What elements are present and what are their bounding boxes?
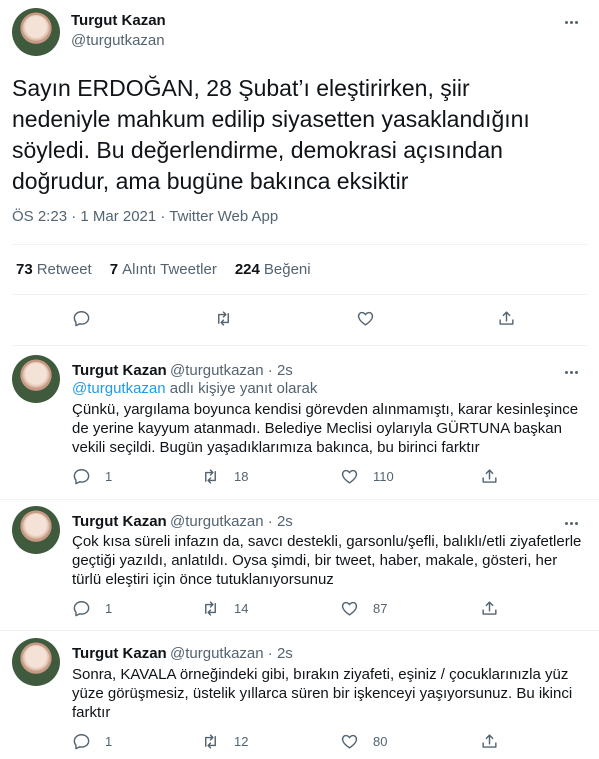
author-handle[interactable]: @turgutkazan · 2s: [170, 362, 293, 379]
retweet-icon: [205, 734, 216, 749]
author-handle[interactable]: @turgutkazan: [71, 32, 165, 49]
like-count: 110: [373, 469, 394, 484]
reply-action-bar: 1 12 80: [0, 732, 599, 756]
tweet-text: Sayın ERDOĞAN, 28 Şubat’ı eleştirirken, …: [12, 75, 530, 194]
like-button[interactable]: 110: [340, 467, 394, 486]
replying-to-handle-link[interactable]: @turgutkazan: [72, 380, 166, 397]
retweet-count: 18: [234, 469, 249, 484]
more-options-icon[interactable]: [561, 12, 581, 32]
tweet-text: Çok kısa süreli infazın da, savcı destek…: [72, 533, 582, 588]
like-count: 87: [373, 601, 388, 616]
author-name[interactable]: Turgut Kazan: [72, 645, 167, 662]
reply-button[interactable]: 1: [72, 732, 112, 751]
quote-stat[interactable]: 7 Alıntı Tweetler: [110, 261, 217, 278]
like-button[interactable]: [356, 309, 375, 328]
retweet-button[interactable]: [214, 309, 233, 328]
avatar[interactable]: [12, 355, 60, 403]
main-action-bar: [0, 309, 599, 333]
retweet-count: 12: [234, 734, 249, 749]
divider: [12, 244, 587, 245]
share-button[interactable]: [497, 309, 516, 328]
avatar[interactable]: [12, 506, 60, 554]
share-icon: [482, 734, 497, 748]
heart-icon: [341, 734, 358, 749]
reply-count: 1: [105, 601, 113, 616]
retweet-stat[interactable]: 73 Retweet: [16, 261, 92, 278]
reply-button[interactable]: [72, 309, 91, 328]
engagement-stats: 73 Retweet 7 Alıntı Tweetler 224 Beğeni: [16, 261, 311, 278]
like-count: 80: [373, 734, 388, 749]
avatar[interactable]: [12, 8, 60, 56]
reply-action-bar: 1 14 87: [0, 599, 599, 623]
reply-icon: [73, 469, 90, 485]
like-button[interactable]: 80: [340, 732, 387, 751]
heart-icon: [357, 311, 374, 326]
heart-icon: [341, 469, 358, 484]
retweet-button[interactable]: 14: [201, 599, 248, 618]
share-icon: [499, 311, 514, 325]
reply-icon: [73, 601, 90, 617]
divider: [12, 345, 587, 346]
reply-count: 1: [105, 734, 113, 749]
retweet-button[interactable]: 12: [201, 732, 248, 751]
reply-button[interactable]: 1: [72, 467, 112, 486]
reply-icon: [73, 734, 90, 750]
reply-button[interactable]: 1: [72, 599, 112, 618]
author-handle[interactable]: @turgutkazan · 2s: [170, 645, 293, 662]
retweet-icon: [205, 601, 216, 616]
avatar[interactable]: [12, 638, 60, 686]
more-options-icon[interactable]: [561, 513, 581, 533]
retweet-icon: [205, 469, 216, 484]
reply-icon: [73, 311, 90, 327]
tweet-text: Sonra, KAVALA örneğindeki gibi, bırakın …: [72, 666, 573, 721]
tweet-timestamp[interactable]: ÖS 2:23 · 1 Mar 2021 · Twitter Web App: [12, 208, 278, 225]
like-stat[interactable]: 224 Beğeni: [235, 261, 311, 278]
tweet-text: Çünkü, yargılama boyunca kendisi görevde…: [72, 401, 579, 456]
divider: [0, 630, 599, 631]
heart-icon: [341, 601, 358, 616]
author-handle[interactable]: @turgutkazan · 2s: [170, 513, 293, 530]
share-icon: [482, 469, 497, 483]
retweet-icon: [218, 311, 229, 326]
reply-action-bar: 1 18 110: [0, 467, 599, 491]
author-name[interactable]: Turgut Kazan: [71, 12, 166, 29]
divider: [0, 499, 599, 500]
share-button[interactable]: [480, 732, 499, 751]
author-name[interactable]: Turgut Kazan: [72, 513, 167, 530]
divider: [12, 294, 587, 295]
like-button[interactable]: 87: [340, 599, 387, 618]
retweet-button[interactable]: 18: [201, 467, 248, 486]
retweet-count: 14: [234, 601, 249, 616]
share-button[interactable]: [480, 599, 499, 618]
share-button[interactable]: [480, 467, 499, 486]
replying-to: @turgutkazan adlı kişiye yanıt olarak: [72, 380, 318, 397]
share-icon: [482, 601, 497, 615]
reply-count: 1: [105, 469, 113, 484]
author-name[interactable]: Turgut Kazan: [72, 362, 167, 379]
more-options-icon[interactable]: [561, 362, 581, 382]
